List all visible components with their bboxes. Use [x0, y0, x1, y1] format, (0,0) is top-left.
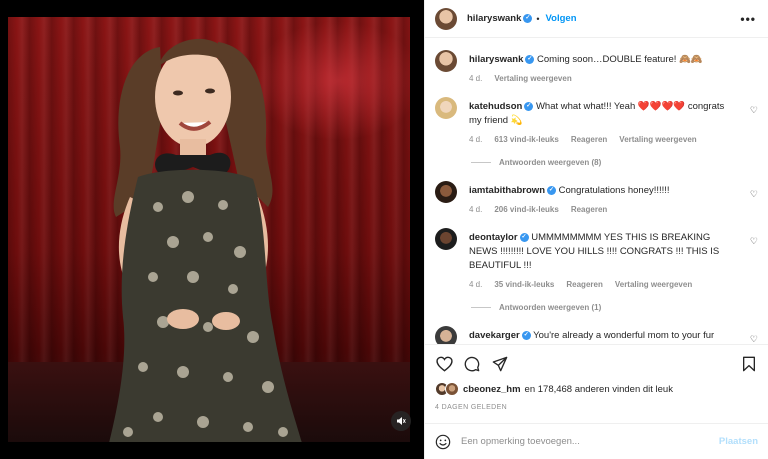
comment-likes[interactable]: 613 vind-ik-leuks	[494, 135, 558, 144]
comment-message: Coming soon…DOUBLE feature! 🙈🙈	[537, 54, 703, 65]
comment-body: iamtabithabrown ✓ Congratulations honey!!…	[469, 181, 758, 214]
view-replies-link[interactable]: Antwoorden weergeven (1)	[471, 303, 758, 312]
translate-link[interactable]: Vertaling weergeven	[494, 74, 571, 83]
post-comment-button[interactable]: Plaatsen	[719, 436, 758, 447]
comments-list: hilaryswank ✓ Coming soon…DOUBLE feature!…	[425, 38, 768, 344]
verified-badge-icon: ✓	[521, 330, 531, 340]
comment-text: katehudson ✓ What what what!!! Yeah ❤️❤️❤…	[469, 97, 734, 128]
follow-button[interactable]: Volgen	[546, 13, 577, 24]
comment-text: hilaryswank ✓ Coming soon…DOUBLE feature!…	[469, 50, 734, 67]
avatar[interactable]	[435, 7, 457, 30]
verified-badge-icon: ✓	[524, 101, 534, 111]
comment-meta: 4 d. 35 vind-ik-leuks Reageren Vertaling…	[469, 280, 734, 289]
likes-first-user[interactable]: cbeonez_hm	[463, 384, 521, 395]
post-photo[interactable]	[8, 17, 410, 442]
replies-divider	[471, 162, 491, 163]
comment-age: 4 d.	[469, 74, 483, 83]
post-actions-bar	[425, 344, 768, 382]
speaker-icon[interactable]	[391, 411, 411, 431]
comment-username[interactable]: deontaylor	[469, 232, 518, 243]
comment-age: 4 d.	[469, 280, 483, 289]
comment-icon[interactable]	[463, 355, 481, 373]
comment-message: Congratulations honey!!!!!!	[558, 185, 670, 196]
comment: iamtabithabrown ✓ Congratulations honey!!…	[435, 181, 758, 214]
add-comment-bar: Plaatsen	[425, 423, 768, 459]
woman-figure	[109, 38, 302, 442]
post-media	[0, 0, 424, 459]
heart-icon[interactable]: ♡	[750, 189, 758, 200]
translate-link[interactable]: Vertaling weergeven	[619, 135, 696, 144]
comment-username[interactable]: davekarger	[469, 330, 520, 341]
reply-link[interactable]: Reageren	[571, 205, 607, 214]
heart-icon[interactable]: ♡	[750, 236, 758, 247]
more-options-icon[interactable]: •••	[740, 12, 756, 26]
avatar[interactable]	[435, 181, 457, 203]
comment-likes[interactable]: 206 vind-ik-leuks	[494, 205, 558, 214]
avatar[interactable]	[435, 97, 457, 119]
view-replies-label: Antwoorden weergeven (8)	[499, 158, 602, 167]
comment-age: 4 d.	[469, 135, 483, 144]
post-header: hilaryswank ✓ • Volgen •••	[425, 0, 768, 38]
avatar[interactable]	[435, 228, 457, 250]
comment-input[interactable]	[461, 436, 719, 447]
likes-count-text[interactable]: en 178,468 anderen vinden dit leuk	[525, 384, 673, 395]
comment: davekarger ✓ You're already a wonderful m…	[435, 326, 758, 344]
smiley-icon[interactable]	[435, 434, 451, 450]
post-side-panel: hilaryswank ✓ • Volgen ••• hilaryswank ✓ …	[424, 0, 768, 459]
comment-body: deontaylor ✓ UMMMMMMMM YES THIS IS BREAKI…	[469, 228, 758, 289]
verified-badge-icon: ✓	[523, 14, 533, 23]
reply-link[interactable]: Reageren	[571, 135, 607, 144]
avatar[interactable]	[435, 326, 457, 344]
comment-username[interactable]: hilaryswank	[469, 54, 523, 65]
verified-badge-icon: ✓	[519, 232, 529, 242]
reply-link[interactable]: Reageren	[566, 280, 602, 289]
view-replies-label: Antwoorden weergeven (1)	[499, 303, 602, 312]
avatar	[445, 382, 459, 396]
comment-username[interactable]: katehudson	[469, 101, 522, 112]
heart-icon[interactable]: ♡	[750, 105, 758, 116]
heart-icon[interactable]	[435, 355, 453, 373]
comment-body: davekarger ✓ You're already a wonderful m…	[469, 326, 758, 344]
comment: katehudson ✓ What what what!!! Yeah ❤️❤️❤…	[435, 97, 758, 144]
bookmark-icon[interactable]	[740, 355, 758, 373]
comment-body: hilaryswank ✓ Coming soon…DOUBLE feature!…	[469, 50, 758, 83]
comment-text: iamtabithabrown ✓ Congratulations honey!!…	[469, 181, 734, 198]
comment-text: davekarger ✓ You're already a wonderful m…	[469, 326, 734, 344]
caption: hilaryswank ✓ Coming soon…DOUBLE feature!…	[435, 50, 758, 83]
comment-body: katehudson ✓ What what what!!! Yeah ❤️❤️❤…	[469, 97, 758, 144]
verified-badge-icon: ✓	[525, 54, 535, 64]
comment-meta: 4 d. 206 vind-ik-leuks Reageren	[469, 205, 734, 214]
likes-summary[interactable]: cbeonez_hm en 178,468 anderen vinden dit…	[435, 382, 673, 396]
comment-age: 4 d.	[469, 205, 483, 214]
comment-text: deontaylor ✓ UMMMMMMMM YES THIS IS BREAKI…	[469, 228, 734, 273]
translate-link[interactable]: Vertaling weergeven	[615, 280, 692, 289]
author-username[interactable]: hilaryswank	[467, 13, 521, 24]
comment-username[interactable]: iamtabithabrown	[469, 185, 545, 196]
comment-meta: 4 d. Vertaling weergeven	[469, 74, 734, 83]
replies-divider	[471, 307, 491, 308]
avatar[interactable]	[435, 50, 457, 72]
comment-likes[interactable]: 35 vind-ik-leuks	[494, 280, 554, 289]
comment-meta: 4 d. 613 vind-ik-leuks Reageren Vertalin…	[469, 135, 734, 144]
paper-plane-icon[interactable]	[491, 355, 509, 373]
view-replies-link[interactable]: Antwoorden weergeven (8)	[471, 158, 758, 167]
heart-icon[interactable]: ♡	[750, 334, 758, 344]
comment: deontaylor ✓ UMMMMMMMM YES THIS IS BREAKI…	[435, 228, 758, 289]
separator-dot: •	[536, 13, 540, 24]
verified-badge-icon: ✓	[547, 185, 557, 195]
post-date: 4 DAGEN GELEDEN	[435, 404, 508, 411]
